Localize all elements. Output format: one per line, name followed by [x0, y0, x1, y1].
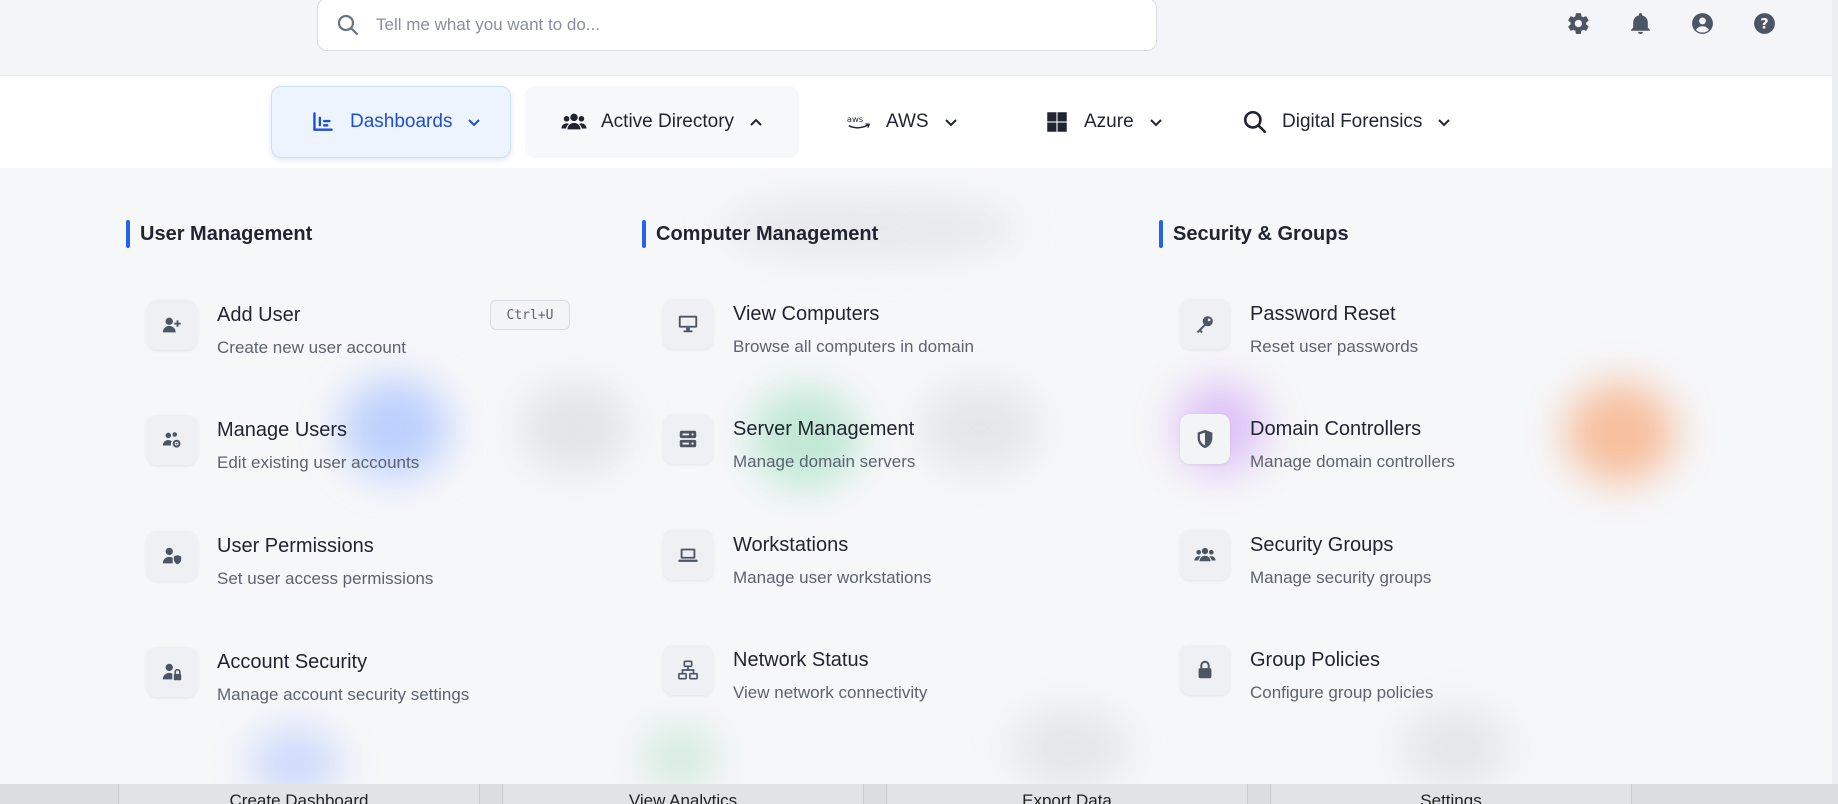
menu-item-desc: Edit existing user accounts	[217, 453, 420, 472]
group-icon	[1180, 530, 1230, 580]
menu-item-security-groups[interactable]: Security Groups Manage security groups	[1180, 530, 1640, 610]
column-header: User Management	[126, 220, 312, 248]
menu-item-network-status[interactable]: Network Status View network connectivity	[663, 645, 1123, 725]
menu-item-desc: Manage domain controllers	[1250, 452, 1456, 471]
users-icon	[561, 113, 587, 130]
menu-item-title: User Permissions	[217, 535, 374, 557]
nav-azure[interactable]: Azure	[1044, 86, 1174, 158]
user-plus-icon	[147, 300, 197, 350]
nav-aws[interactable]: aws AWS	[846, 86, 976, 158]
menu-item-desc: Create new user account	[217, 338, 406, 357]
quick-actions-bar: Create Dashboard View Analytics Export D…	[0, 784, 1838, 804]
menu-item-desc: Set user access permissions	[217, 569, 434, 588]
search-icon	[337, 14, 359, 35]
menu-item-desc: Configure group policies	[1250, 683, 1434, 702]
menu-item-title: Security Groups	[1250, 534, 1394, 556]
menu-item-title: Add User	[217, 304, 301, 326]
accent-bar	[1159, 220, 1163, 248]
menu-item-desc: Reset user passwords	[1250, 337, 1419, 356]
aws-logo-icon: aws	[847, 114, 871, 129]
background-blur	[640, 723, 720, 784]
settings-button[interactable]: Settings	[1270, 784, 1632, 804]
menu-item-user-permissions[interactable]: User Permissions Set user access permiss…	[147, 531, 607, 611]
windows-logo-icon	[1047, 112, 1067, 132]
top-icon-group: ?	[1562, 10, 1780, 36]
menu-item-view-computers[interactable]: View Computers Browse all computers in d…	[663, 299, 1123, 379]
menu-item-manage-users[interactable]: Manage Users Edit existing user accounts	[147, 415, 607, 495]
menu-item-group-policies[interactable]: Group Policies Configure group policies	[1180, 645, 1640, 725]
column-title: User Management	[140, 222, 313, 245]
lock-icon	[1180, 645, 1230, 695]
shield-icon	[1180, 414, 1230, 464]
menu-item-add-user[interactable]: Add User Create new user account Ctrl+U	[147, 300, 607, 380]
search-input[interactable]: Tell me what you want to do...	[376, 15, 600, 35]
magnifier-icon	[1243, 110, 1267, 134]
chevron-down-icon	[468, 119, 481, 127]
key-icon	[1180, 299, 1230, 349]
chevron-down-icon	[944, 119, 957, 127]
bell-icon[interactable]	[1624, 10, 1656, 36]
menu-item-account-security[interactable]: Account Security Manage account security…	[147, 647, 607, 727]
view-analytics-button[interactable]: View Analytics	[502, 784, 864, 804]
menu-item-title: Domain Controllers	[1250, 418, 1422, 440]
menu-item-title: Network Status	[733, 649, 869, 671]
menu-item-desc: Manage user workstations	[733, 568, 932, 587]
accent-bar	[126, 220, 130, 248]
menu-item-title: Account Security	[217, 651, 368, 673]
menu-item-password-reset[interactable]: Password Reset Reset user passwords	[1180, 299, 1640, 379]
search-bar[interactable]: Tell me what you want to do...	[317, 0, 1157, 51]
nav-dashboards[interactable]: Dashboards	[271, 86, 511, 158]
scrollbar[interactable]	[1832, 0, 1838, 784]
background-blur	[250, 728, 340, 784]
menu-item-title: Group Policies	[1250, 649, 1381, 671]
menu-item-desc: Manage security groups	[1250, 568, 1432, 587]
nav-label: Azure	[1084, 111, 1134, 132]
menu-item-desc: View network connectivity	[733, 683, 928, 702]
user-shield-icon	[147, 531, 197, 581]
menu-item-workstations[interactable]: Workstations Manage user workstations	[663, 530, 1123, 610]
nav-label: AWS	[886, 111, 929, 132]
menu-item-desc: Manage account security settings	[217, 685, 470, 704]
users-cog-icon	[147, 415, 197, 465]
gear-icon[interactable]	[1562, 10, 1594, 36]
desktop-icon	[663, 299, 713, 349]
column-title: Computer Management	[656, 222, 879, 245]
nav-label: Active Directory	[601, 111, 735, 132]
create-dashboard-button[interactable]: Create Dashboard	[118, 784, 480, 804]
menu-item-title: View Computers	[733, 303, 880, 325]
shortcut-badge: Ctrl+U	[490, 300, 570, 330]
menu-item-domain-controllers[interactable]: Domain Controllers Manage domain control…	[1180, 414, 1640, 494]
column-header: Security & Groups	[1159, 220, 1349, 248]
chevron-down-icon	[1438, 119, 1451, 127]
nav-label: Dashboards	[350, 111, 453, 132]
nav-digital-forensics[interactable]: Digital Forensics	[1242, 86, 1462, 158]
svg-text:aws: aws	[847, 114, 863, 124]
help-icon[interactable]: ?	[1748, 10, 1780, 36]
menu-item-title: Server Management	[733, 418, 915, 440]
network-icon	[663, 645, 713, 695]
chart-bar-icon	[313, 112, 333, 131]
svg-text:?: ?	[1760, 15, 1768, 32]
user-circle-icon[interactable]	[1686, 10, 1718, 36]
column-title: Security & Groups	[1173, 222, 1349, 245]
column-header: Computer Management	[642, 220, 878, 248]
laptop-icon	[663, 530, 713, 580]
user-lock-icon	[147, 647, 197, 697]
chevron-up-icon	[750, 118, 762, 126]
chevron-down-icon	[1149, 119, 1162, 127]
main-nav: Dashboards Active Directory aws AWS Azur…	[0, 76, 1838, 168]
server-icon	[663, 414, 713, 464]
menu-item-title: Workstations	[733, 534, 849, 556]
export-data-button[interactable]: Export Data	[886, 784, 1248, 804]
menu-item-title: Password Reset	[1250, 303, 1396, 325]
accent-bar	[642, 220, 646, 248]
menu-item-desc: Manage domain servers	[733, 452, 916, 471]
menu-item-title: Manage Users	[217, 419, 348, 441]
menu-item-desc: Browse all computers in domain	[733, 337, 974, 356]
active-directory-menu: User Management Add User Create new user…	[0, 168, 1832, 784]
menu-item-server-management[interactable]: Server Management Manage domain servers	[663, 414, 1123, 494]
nav-label: Digital Forensics	[1282, 111, 1423, 132]
top-bar: Tell me what you want to do... ?	[0, 0, 1838, 76]
nav-active-directory[interactable]: Active Directory	[525, 86, 799, 158]
